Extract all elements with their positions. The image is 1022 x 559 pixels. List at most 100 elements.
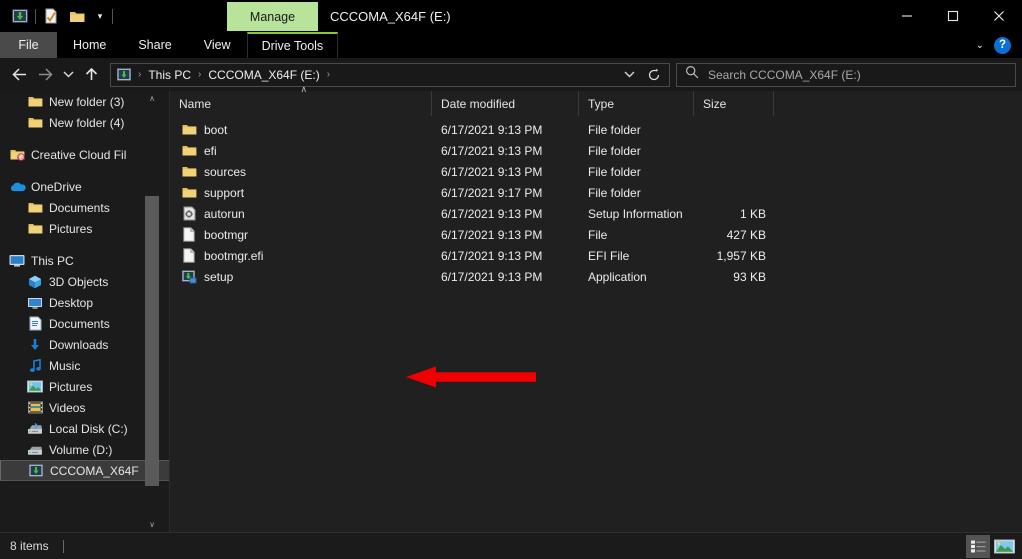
minimize-button[interactable] [884,0,930,32]
navigation-pane: New folder (3) New folder (4) Cc Creativ… [0,91,170,532]
expand-ribbon-chevron-down-icon[interactable]: ⌄ [976,40,984,51]
sidebar-item-creative-cloud-files[interactable]: Cc Creative Cloud Fil [0,144,169,165]
tab-view[interactable]: View [188,32,247,58]
forward-button[interactable] [32,62,58,88]
file-type-cell: File folder [588,143,641,158]
scrollbar-thumb[interactable] [145,196,159,486]
help-button[interactable]: ? [994,36,1011,54]
manage-contextual-tab-header[interactable]: Manage [227,2,318,31]
file-name-cell[interactable]: support [170,186,432,200]
file-name-cell[interactable]: bootmgr.efi [170,248,432,263]
search-icon [685,65,699,84]
file-name-cell[interactable]: boot [170,123,432,137]
breadcrumb-item-this-pc[interactable]: This PC [144,64,195,86]
breadcrumb-separator-1[interactable]: › [195,69,204,80]
recent-locations-chevron-down-icon[interactable] [58,62,78,88]
refresh-button[interactable] [641,68,667,82]
column-header-name[interactable]: ∧ Name [170,84,432,116]
sidebar-item-videos[interactable]: Videos [0,397,169,418]
search-input[interactable]: Search CCCOMA_X64F (E:) [676,62,1016,87]
large-icons-view-button[interactable] [992,535,1016,558]
sidebar-item-3d-objects[interactable]: 3D Objects [0,271,169,292]
save-drive-icon[interactable] [7,3,33,29]
sidebar-item-volume-d[interactable]: Volume (D:) [0,439,169,460]
close-button[interactable] [976,0,1022,32]
sidebar-item-label: Documents [49,200,110,215]
properties-icon[interactable] [38,3,64,29]
folder-icon [179,123,199,136]
table-row[interactable]: boot 6/17/2021 9:13 PM File folder [170,119,1022,140]
sidebar-item-label: New folder (3) [49,94,125,109]
navigation-tree: New folder (3) New folder (4) Cc Creativ… [0,91,169,481]
sidebar-item-music[interactable]: Music [0,355,169,376]
column-header-size[interactable]: Size [694,91,774,116]
breadcrumb[interactable]: › This PC › CCCOMA_X64F (E:) › [110,62,670,87]
table-row[interactable]: sources 6/17/2021 9:13 PM File folder [170,161,1022,182]
customize-qat-chevron-down-icon[interactable]: ▾ [90,3,110,29]
column-header-label: Name [179,96,212,111]
tab-file[interactable]: File [0,32,57,58]
sidebar-item-this-pc[interactable]: This PC [0,250,169,271]
file-name-cell[interactable]: autorun [170,206,432,221]
sidebar-item-pictures[interactable]: Pictures [0,376,169,397]
up-button[interactable] [78,62,104,88]
view-mode-buttons [966,533,1016,559]
file-size-cell: 93 KB [733,269,766,284]
sidebar-item-onedrive-documents[interactable]: Documents [0,197,169,218]
tab-home[interactable]: Home [57,32,122,58]
back-button[interactable] [6,62,32,88]
address-history-chevron-down-icon[interactable] [617,70,641,79]
sidebar-item-cccoma-x64f[interactable]: CCCOMA_X64F [0,460,169,481]
sidebar-item-desktop[interactable]: Desktop [0,292,169,313]
sidebar-scrollbar[interactable]: ∧ ∨ [145,91,159,532]
tab-share[interactable]: Share [122,32,187,58]
sidebar-item-new-folder-4[interactable]: New folder (4) [0,112,169,133]
new-folder-icon[interactable] [64,3,90,29]
breadcrumb-separator-0: › [138,69,142,80]
file-name-cell[interactable]: bootmgr [170,227,432,242]
downloads-icon [26,337,44,353]
sidebar-item-onedrive-pictures[interactable]: Pictures [0,218,169,239]
breadcrumb-separator-2[interactable]: › [324,69,333,80]
table-row[interactable]: setup 6/17/2021 9:13 PM Application 93 K… [170,266,1022,287]
table-row[interactable]: autorun 6/17/2021 9:13 PM Setup Informat… [170,203,1022,224]
file-date-cell: 6/17/2021 9:13 PM [441,143,543,158]
file-date-cell: 6/17/2021 9:13 PM [441,248,543,263]
window-title: CCCOMA_X64F (E:) [330,8,451,24]
tab-drive-tools[interactable]: Drive Tools [246,32,339,58]
column-header-label: Size [703,96,727,111]
sidebar-item-new-folder-3[interactable]: New folder (3) [0,91,169,112]
sidebar-item-label: Downloads [49,337,109,352]
folder-icon [179,165,199,178]
explorer-body: New folder (3) New folder (4) Cc Creativ… [0,84,1022,532]
table-row[interactable]: bootmgr 6/17/2021 9:13 PM File 427 KB [170,224,1022,245]
file-name-cell[interactable]: sources [170,165,432,179]
sidebar-item-downloads[interactable]: Downloads [0,334,169,355]
scroll-up-arrow-icon[interactable]: ∧ [145,91,159,106]
file-name-cell[interactable]: setup [170,270,432,284]
scroll-down-arrow-icon[interactable]: ∨ [145,517,159,532]
sidebar-item-documents[interactable]: Documents [0,313,169,334]
sidebar-item-onedrive[interactable]: OneDrive [0,176,169,197]
sidebar-item-local-disk-c[interactable]: Local Disk (C:) [0,418,169,439]
column-header-date-modified[interactable]: Date modified [432,91,579,116]
file-name-label: sources [204,164,247,179]
table-row[interactable]: efi 6/17/2021 9:13 PM File folder [170,140,1022,161]
status-bar: 8 items [0,532,1022,559]
table-row[interactable]: support 6/17/2021 9:17 PM File folder [170,182,1022,203]
file-date-cell: 6/17/2021 9:17 PM [441,185,543,200]
breadcrumb-item-drive[interactable]: CCCOMA_X64F (E:) [204,64,323,86]
column-header-type[interactable]: Type [579,91,694,116]
file-name-label: bootmgr.efi [204,248,264,263]
local-disk-icon [26,421,44,437]
table-row[interactable]: bootmgr.efi 6/17/2021 9:13 PM EFI File 1… [170,245,1022,266]
file-list-pane: ∧ Name Date modified Type Size boot 6/17… [170,84,1022,532]
file-name-label: autorun [204,206,245,221]
maximize-button[interactable] [930,0,976,32]
status-divider [62,539,64,553]
folder-icon [26,200,44,216]
details-view-button[interactable] [966,535,990,558]
sidebar-item-label: CCCOMA_X64F [50,463,139,478]
folder-icon [179,186,199,199]
file-name-cell[interactable]: efi [170,144,432,158]
